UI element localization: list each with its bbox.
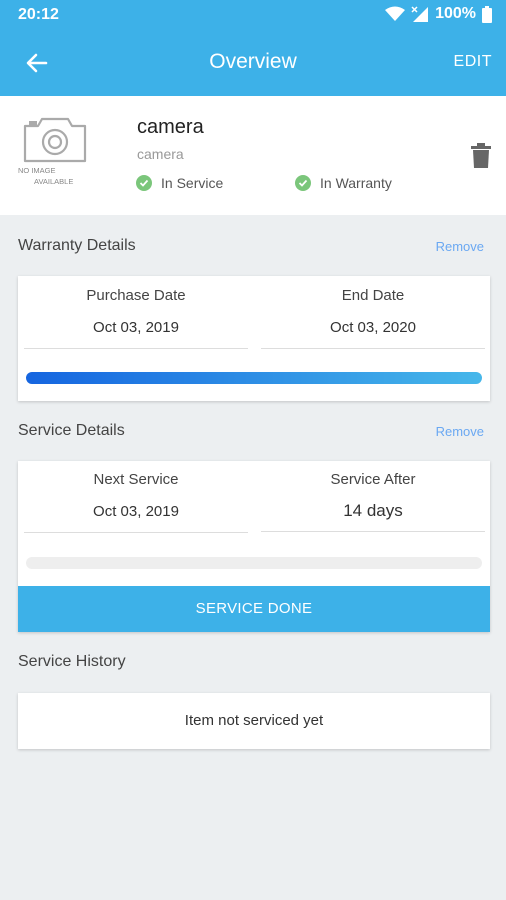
no-image-text: NO IMAGE	[18, 166, 56, 175]
next-service-label: Next Service	[93, 471, 179, 488]
end-date-label: End Date	[341, 287, 405, 304]
wifi-icon	[385, 6, 406, 21]
service-after-label: Service After	[330, 471, 416, 488]
warranty-progress-bar	[26, 372, 482, 384]
warranty-section-title: Warranty Details	[18, 237, 136, 254]
warranty-status: In Warranty	[295, 175, 392, 191]
page-title: Overview	[209, 50, 297, 73]
remove-warranty-button[interactable]: Remove	[436, 239, 484, 254]
next-service-field[interactable]: Next Service Oct 03, 2019	[24, 471, 248, 533]
service-section-title: Service Details	[18, 422, 125, 439]
remove-service-button[interactable]: Remove	[436, 424, 484, 439]
item-category: camera	[137, 146, 184, 162]
status-time: 20:12	[18, 6, 59, 23]
end-date-value: Oct 03, 2020	[330, 319, 416, 336]
battery-percent: 100%	[435, 5, 476, 22]
divider	[24, 532, 248, 533]
available-text: AVAILABLE	[34, 177, 74, 186]
status-bar: 20:12 100%	[0, 0, 506, 30]
warranty-status-label: In Warranty	[320, 175, 392, 191]
history-section-title: Service History	[18, 653, 126, 670]
purchase-date-value: Oct 03, 2019	[93, 319, 179, 336]
history-card: Item not serviced yet	[18, 693, 490, 749]
delete-button[interactable]	[470, 143, 492, 169]
service-after-value: 14 days	[343, 501, 403, 520]
camera-icon	[23, 117, 87, 163]
trash-icon	[471, 143, 491, 168]
divider	[24, 348, 248, 349]
history-empty-text: Item not serviced yet	[184, 712, 324, 729]
item-header: NO IMAGE AVAILABLE camera camera In Serv…	[0, 96, 506, 215]
service-progress-bar	[26, 557, 482, 569]
divider	[261, 531, 485, 532]
check-circle-icon	[136, 175, 152, 191]
no-image-placeholder: NO IMAGE AVAILABLE	[18, 114, 88, 186]
service-status-label: In Service	[161, 175, 224, 191]
app-bar: Overview EDIT	[0, 30, 506, 96]
service-status: In Service	[136, 175, 223, 191]
warranty-card: Purchase Date Oct 03, 2019 End Date Oct …	[18, 276, 490, 401]
check-circle-icon	[295, 175, 311, 191]
service-done-button[interactable]: SERVICE DONE	[18, 586, 490, 632]
service-after-field[interactable]: Service After 14 days	[261, 471, 485, 532]
signal-icon	[411, 6, 429, 22]
purchase-date-label: Purchase Date	[86, 287, 186, 304]
divider	[261, 348, 485, 349]
purchase-date-field[interactable]: Purchase Date Oct 03, 2019	[24, 287, 248, 349]
next-service-value: Oct 03, 2019	[93, 503, 179, 520]
service-card: Next Service Oct 03, 2019 Service After …	[18, 461, 490, 632]
warranty-progress-fill	[26, 372, 482, 384]
edit-button[interactable]: EDIT	[454, 53, 492, 71]
battery-icon	[482, 5, 492, 23]
end-date-field[interactable]: End Date Oct 03, 2020	[261, 287, 485, 349]
item-name: camera	[137, 116, 204, 138]
